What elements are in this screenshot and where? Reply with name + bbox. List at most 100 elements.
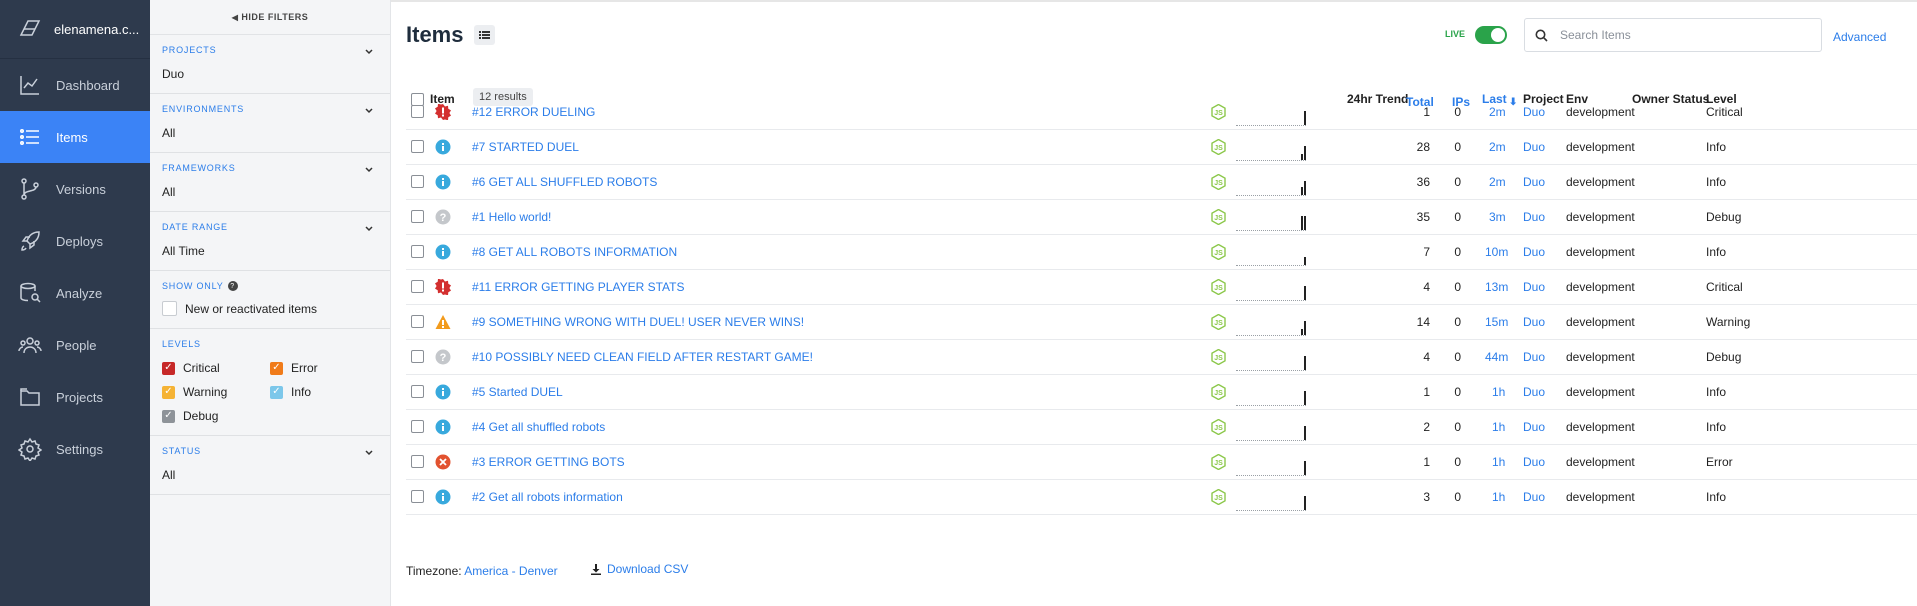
table-row[interactable]: #8 GET ALL ROBOTS INFORMATION JS 7 0 10m Duo d… [406,234,1917,270]
level-critical-checkbox[interactable]: ✓ Critical [162,361,270,375]
row-checkbox[interactable] [411,105,424,118]
timezone-link[interactable]: America - Denver [464,564,557,578]
last-seen-link[interactable]: 1h [1492,420,1505,434]
date-range-filter[interactable]: DATE RANGE All Time [150,212,390,271]
last-seen-link[interactable]: 2m [1489,105,1506,119]
new-reactivated-checkbox[interactable]: New or reactivated items [162,301,378,316]
advanced-search-link[interactable]: Advanced [1833,30,1886,44]
last-seen-link[interactable]: 15m [1485,315,1508,329]
last-seen-link[interactable]: 1h [1492,490,1505,504]
nav-item-analyze[interactable]: Analyze [0,267,150,319]
item-title-link[interactable]: #5 Started DUEL [472,385,563,399]
item-title-link[interactable]: #2 Get all robots information [472,490,623,504]
last-seen-link[interactable]: 3m [1489,210,1506,224]
level-warning-checkbox[interactable]: ✓ Warning [162,385,270,399]
env-value: development [1566,420,1635,434]
row-checkbox[interactable] [411,210,424,223]
nav-item-deploys[interactable]: Deploys [0,215,150,267]
table-row[interactable]: #6 GET ALL SHUFFLED ROBOTS JS 36 0 2m Duo deve… [406,164,1917,200]
row-checkbox[interactable] [411,455,424,468]
status-filter[interactable]: STATUS All [150,436,390,495]
table-row[interactable]: ? #10 POSSIBLY NEED CLEAN FIELD AFTER RES… [406,339,1917,375]
table-row[interactable]: ? #1 Hello world! JS 35 0 3m Duo development Deb… [406,199,1917,235]
last-seen-link[interactable]: 44m [1485,350,1508,364]
search-input[interactable] [1558,27,1802,43]
row-checkbox[interactable] [411,490,424,503]
project-link[interactable]: Duo [1523,210,1545,224]
table-row[interactable]: #12 ERROR DUELING JS 1 0 2m Duo development Cri… [406,94,1917,130]
list-view-button[interactable] [474,25,495,45]
last-seen-link[interactable]: 2m [1489,140,1506,154]
project-link[interactable]: Duo [1523,280,1545,294]
env-value: development [1566,490,1635,504]
svg-text:JS: JS [1214,460,1223,467]
svg-text:JS: JS [1214,320,1223,327]
table-row[interactable]: #4 Get all shuffled robots JS 2 0 1h Duo devel… [406,409,1917,445]
project-link[interactable]: Duo [1523,490,1545,504]
table-row[interactable]: #11 ERROR GETTING PLAYER STATS JS 4 0 13m Duo… [406,269,1917,305]
frameworks-filter[interactable]: FRAMEWORKS All [150,153,390,212]
nav-item-projects[interactable]: Projects [0,371,150,423]
table-row[interactable]: #5 Started DUEL JS 1 0 1h Duo development Info [406,374,1917,410]
project-link[interactable]: Duo [1523,385,1545,399]
item-title-link[interactable]: #6 GET ALL SHUFFLED ROBOTS [472,175,657,189]
item-title-link[interactable]: #3 ERROR GETTING BOTS [472,455,625,469]
environments-filter[interactable]: ENVIRONMENTS All [150,94,390,153]
row-checkbox[interactable] [411,420,424,433]
item-title-link[interactable]: #4 Get all shuffled robots [472,420,605,434]
nav-item-people[interactable]: People [0,319,150,371]
item-title-link[interactable]: #8 GET ALL ROBOTS INFORMATION [472,245,677,259]
last-seen-link[interactable]: 1h [1492,455,1505,469]
account-switcher[interactable]: elenamena.c... [0,0,150,59]
last-seen-link[interactable]: 1h [1492,385,1505,399]
last-seen-link[interactable]: 2m [1489,175,1506,189]
item-title-link[interactable]: #10 POSSIBLY NEED CLEAN FIELD AFTER REST… [472,350,813,364]
ips-count: 0 [1454,420,1461,434]
show-only-label: SHOW ONLY [162,281,224,291]
row-checkbox[interactable] [411,245,424,258]
level-value: Error [1706,455,1733,469]
project-link[interactable]: Duo [1523,245,1545,259]
checkbox[interactable] [162,301,177,316]
project-link[interactable]: Duo [1523,315,1545,329]
last-seen-link[interactable]: 13m [1485,280,1508,294]
project-link[interactable]: Duo [1523,455,1545,469]
nav-item-versions[interactable]: Versions [0,163,150,215]
check-icon: ✓ [162,361,175,375]
project-link[interactable]: Duo [1523,420,1545,434]
row-checkbox[interactable] [411,140,424,153]
project-link[interactable]: Duo [1523,105,1545,119]
last-seen-link[interactable]: 10m [1485,245,1508,259]
level-error-checkbox[interactable]: ✓ Error [270,361,378,375]
item-title-link[interactable]: #12 ERROR DUELING [472,105,595,119]
projects-filter[interactable]: PROJECTS Duo [150,35,390,94]
table-row[interactable]: #3 ERROR GETTING BOTS JS 1 0 1h Duo developmen… [406,444,1917,480]
row-checkbox[interactable] [411,350,424,363]
project-link[interactable]: Duo [1523,175,1545,189]
row-checkbox[interactable] [411,315,424,328]
nav-item-settings[interactable]: Settings [0,423,150,475]
project-link[interactable]: Duo [1523,140,1545,154]
table-row[interactable]: #7 STARTED DUEL JS 28 0 2m Duo development Info [406,129,1917,165]
row-checkbox[interactable] [411,385,424,398]
row-checkbox[interactable] [411,280,424,293]
help-icon[interactable]: ? [227,281,238,291]
level-value: Info [1706,175,1727,189]
level-info-checkbox[interactable]: ✓ Info [270,385,378,399]
item-title-link[interactable]: #11 ERROR GETTING PLAYER STATS [472,280,685,294]
table-row[interactable]: #9 SOMETHING WRONG WITH DUEL! USER NEVER… [406,304,1917,340]
item-title-link[interactable]: #7 STARTED DUEL [472,140,579,154]
row-checkbox[interactable] [411,175,424,188]
trend-sparkline [1236,455,1306,476]
item-title-link[interactable]: #1 Hello world! [472,210,551,224]
download-csv-link[interactable]: Download CSV [591,562,688,576]
ips-count: 0 [1454,105,1461,119]
project-link[interactable]: Duo [1523,350,1545,364]
hide-filters-button[interactable]: ◀ HIDE FILTERS [150,0,390,35]
live-toggle[interactable] [1475,26,1507,44]
item-title-link[interactable]: #9 SOMETHING WRONG WITH DUEL! USER NEVER… [472,315,804,329]
table-row[interactable]: #2 Get all robots information JS 3 0 1h Duo de… [406,479,1917,515]
nav-item-items[interactable]: Items [0,111,150,163]
level-debug-checkbox[interactable]: ✓ Debug [162,409,270,423]
nav-item-dashboard[interactable]: Dashboard [0,59,150,111]
